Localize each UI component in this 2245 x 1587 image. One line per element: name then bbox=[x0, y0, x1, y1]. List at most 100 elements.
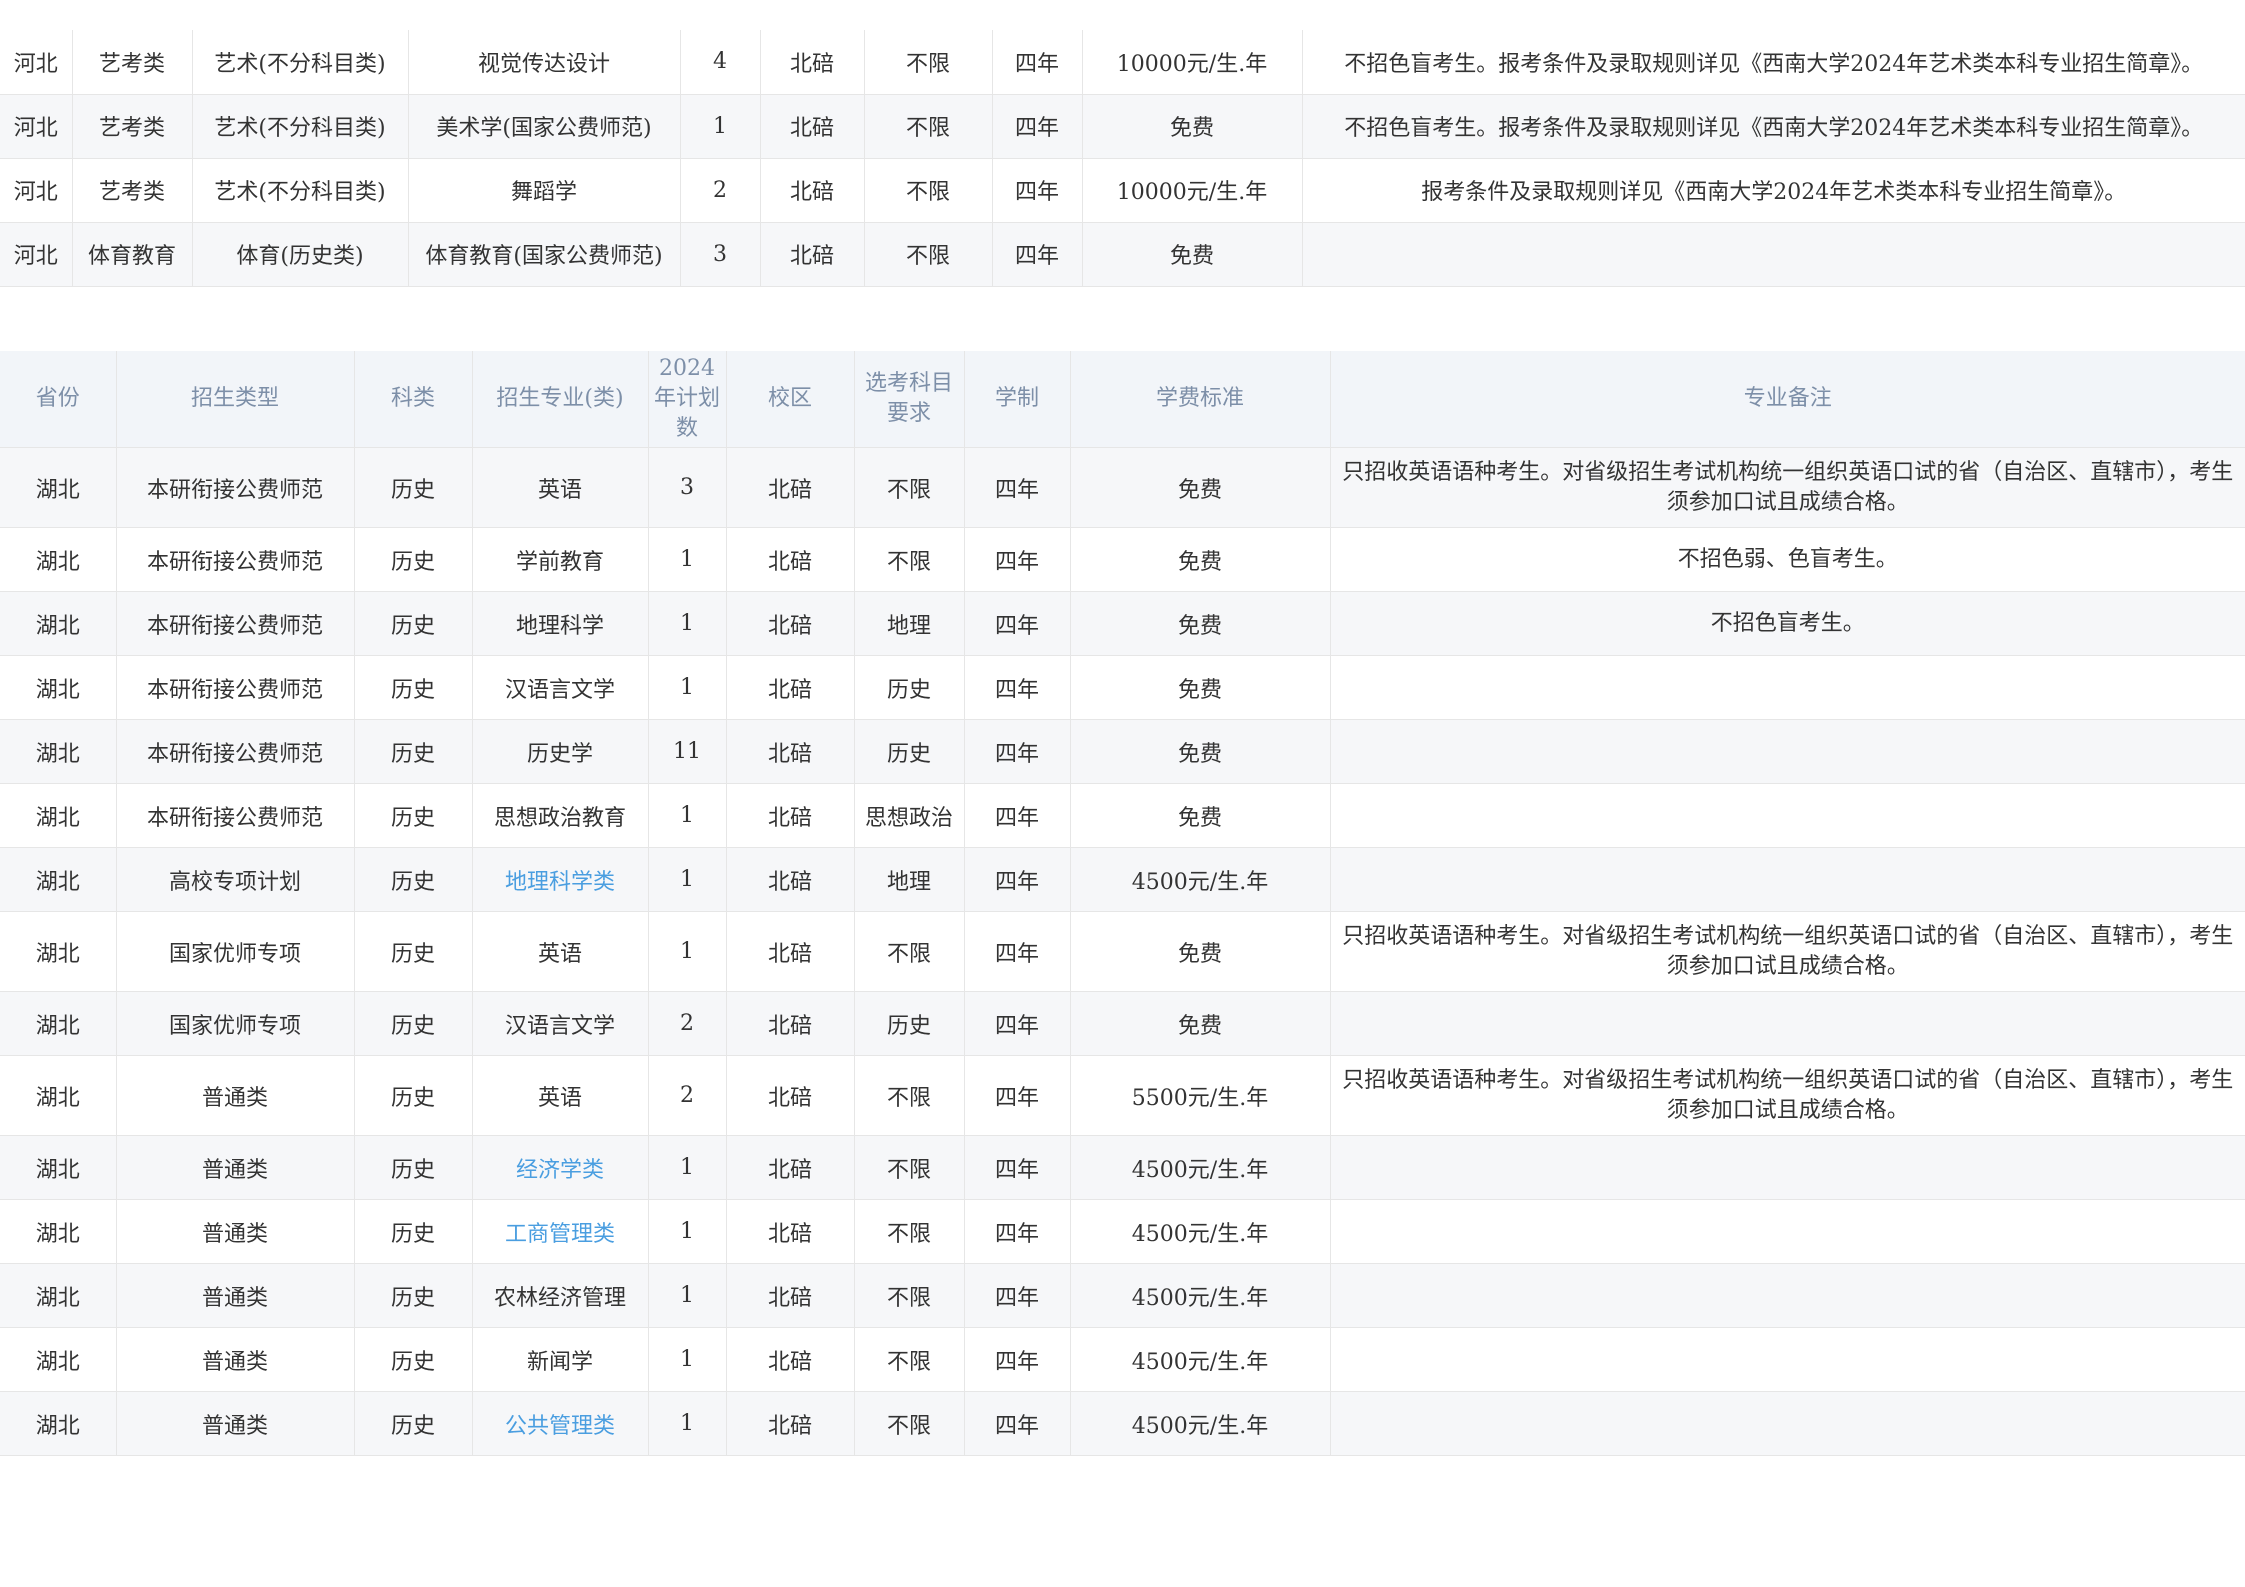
elective-cell: 不限 bbox=[854, 1135, 965, 1200]
major-link[interactable]: 经济学类 bbox=[516, 1158, 604, 1183]
elective-cell: 历史 bbox=[854, 655, 965, 720]
duration-cell: 四年 bbox=[964, 719, 1071, 784]
major-cell: 地理科学类 bbox=[472, 847, 649, 912]
fee-cell: 免费 bbox=[1070, 719, 1331, 784]
type-cell: 国家优师专项 bbox=[116, 911, 355, 992]
plan-cell: 11 bbox=[648, 719, 727, 784]
fee-cell: 10000元/生.年 bbox=[1082, 30, 1303, 95]
type-cell: 高校专项计划 bbox=[116, 847, 355, 912]
major-cell: 舞蹈学 bbox=[408, 158, 681, 223]
table-row: 河北 艺考类 艺术(不分科目类) 美术学(国家公费师范) 1 北碚 不限 四年 … bbox=[0, 94, 2245, 159]
duration-cell: 四年 bbox=[964, 911, 1071, 992]
note-cell: 不招色盲考生。报考条件及录取规则详见《西南大学2024年艺术类本科专业招生简章》… bbox=[1302, 94, 2245, 159]
type-cell: 普通类 bbox=[116, 1055, 355, 1136]
province-cell: 湖北 bbox=[0, 783, 117, 848]
elective-cell: 不限 bbox=[854, 527, 965, 592]
major-cell: 视觉传达设计 bbox=[408, 30, 681, 95]
subject-cell: 历史 bbox=[354, 1199, 473, 1264]
campus-cell: 北碚 bbox=[726, 591, 855, 656]
table-row: 湖北 国家优师专项 历史 汉语言文学 2 北碚 历史 四年 免费 bbox=[0, 991, 2245, 1056]
plan-cell: 2 bbox=[648, 1055, 727, 1136]
campus-cell: 北碚 bbox=[760, 222, 865, 287]
major-cell: 工商管理类 bbox=[472, 1199, 649, 1264]
campus-cell: 北碚 bbox=[726, 991, 855, 1056]
major-cell: 农林经济管理 bbox=[472, 1263, 649, 1328]
note-cell bbox=[1330, 847, 2245, 912]
header-major: 招生专业(类) bbox=[472, 351, 649, 448]
subject-cell: 历史 bbox=[354, 911, 473, 992]
subject-cell: 历史 bbox=[354, 1055, 473, 1136]
major-link[interactable]: 地理科学类 bbox=[505, 870, 615, 895]
duration-cell: 四年 bbox=[964, 991, 1071, 1056]
note-cell: 报考条件及录取规则详见《西南大学2024年艺术类本科专业招生简章》。 bbox=[1302, 158, 2245, 223]
fee-cell: 4500元/生.年 bbox=[1070, 1263, 1331, 1328]
elective-cell: 不限 bbox=[854, 911, 965, 992]
campus-cell: 北碚 bbox=[726, 1263, 855, 1328]
subject-cell: 历史 bbox=[354, 655, 473, 720]
table-row: 湖北 普通类 历史 公共管理类 1 北碚 不限 四年 4500元/生.年 bbox=[0, 1391, 2245, 1456]
type-cell: 本研衔接公费师范 bbox=[116, 783, 355, 848]
duration-cell: 四年 bbox=[964, 1135, 1071, 1200]
header-province: 省份 bbox=[0, 351, 117, 448]
table-row: 湖北 本研衔接公费师范 历史 地理科学 1 北碚 地理 四年 免费 不招色盲考生… bbox=[0, 591, 2245, 656]
table-row: 湖北 普通类 历史 英语 2 北碚 不限 四年 5500元/生.年 只招收英语语… bbox=[0, 1055, 2245, 1136]
elective-cell: 历史 bbox=[854, 991, 965, 1056]
major-link[interactable]: 公共管理类 bbox=[505, 1414, 615, 1439]
fee-cell: 免费 bbox=[1070, 591, 1331, 656]
campus-cell: 北碚 bbox=[726, 911, 855, 992]
elective-cell: 不限 bbox=[854, 1327, 965, 1392]
major-cell: 思想政治教育 bbox=[472, 783, 649, 848]
major-cell: 美术学(国家公费师范) bbox=[408, 94, 681, 159]
elective-cell: 不限 bbox=[864, 158, 993, 223]
fee-cell: 4500元/生.年 bbox=[1070, 1327, 1331, 1392]
fee-cell: 免费 bbox=[1070, 783, 1331, 848]
header-subject: 科类 bbox=[354, 351, 473, 448]
province-cell: 湖北 bbox=[0, 1263, 117, 1328]
plan-cell: 1 bbox=[648, 1327, 727, 1392]
plan-cell: 4 bbox=[680, 30, 761, 95]
note-cell: 不招色盲考生。 bbox=[1330, 591, 2245, 656]
plan-cell: 1 bbox=[648, 1135, 727, 1200]
major-link[interactable]: 工商管理类 bbox=[505, 1222, 615, 1247]
subject-cell: 艺术(不分科目类) bbox=[192, 158, 409, 223]
elective-cell: 不限 bbox=[854, 1391, 965, 1456]
major-cell: 体育教育(国家公费师范) bbox=[408, 222, 681, 287]
table-row: 湖北 普通类 历史 经济学类 1 北碚 不限 四年 4500元/生.年 bbox=[0, 1135, 2245, 1200]
header-plan: 2024年计划数 bbox=[648, 351, 727, 448]
type-cell: 本研衔接公费师范 bbox=[116, 527, 355, 592]
elective-cell: 不限 bbox=[854, 447, 965, 528]
province-cell: 河北 bbox=[0, 94, 73, 159]
header-duration: 学制 bbox=[964, 351, 1071, 448]
campus-cell: 北碚 bbox=[726, 655, 855, 720]
duration-cell: 四年 bbox=[964, 1199, 1071, 1264]
header-fee: 学费标准 bbox=[1070, 351, 1331, 448]
table-row: 河北 体育教育 体育(历史类) 体育教育(国家公费师范) 3 北碚 不限 四年 … bbox=[0, 222, 2245, 287]
plan-cell: 1 bbox=[648, 591, 727, 656]
campus-cell: 北碚 bbox=[726, 1327, 855, 1392]
major-cell: 汉语言文学 bbox=[472, 991, 649, 1056]
campus-cell: 北碚 bbox=[726, 1135, 855, 1200]
table-row: 湖北 本研衔接公费师范 历史 历史学 11 北碚 历史 四年 免费 bbox=[0, 719, 2245, 784]
type-cell: 普通类 bbox=[116, 1263, 355, 1328]
type-cell: 艺考类 bbox=[72, 30, 193, 95]
province-cell: 湖北 bbox=[0, 719, 117, 784]
duration-cell: 四年 bbox=[992, 158, 1083, 223]
type-cell: 普通类 bbox=[116, 1199, 355, 1264]
hebei-admission-table: 河北 艺考类 艺术(不分科目类) 视觉传达设计 4 北碚 不限 四年 10000… bbox=[0, 30, 2245, 287]
elective-cell: 历史 bbox=[854, 719, 965, 784]
duration-cell: 四年 bbox=[992, 30, 1083, 95]
duration-cell: 四年 bbox=[964, 591, 1071, 656]
table-row: 湖北 高校专项计划 历史 地理科学类 1 北碚 地理 四年 4500元/生.年 bbox=[0, 847, 2245, 912]
major-cell: 新闻学 bbox=[472, 1327, 649, 1392]
province-cell: 湖北 bbox=[0, 1135, 117, 1200]
fee-cell: 4500元/生.年 bbox=[1070, 847, 1331, 912]
major-cell: 历史学 bbox=[472, 719, 649, 784]
note-cell: 不招色盲考生。报考条件及录取规则详见《西南大学2024年艺术类本科专业招生简章》… bbox=[1302, 30, 2245, 95]
table-row: 河北 艺考类 艺术(不分科目类) 视觉传达设计 4 北碚 不限 四年 10000… bbox=[0, 30, 2245, 95]
province-cell: 河北 bbox=[0, 222, 73, 287]
elective-cell: 不限 bbox=[864, 30, 993, 95]
elective-cell: 不限 bbox=[854, 1199, 965, 1264]
plan-cell: 1 bbox=[648, 1263, 727, 1328]
type-cell: 国家优师专项 bbox=[116, 991, 355, 1056]
type-cell: 本研衔接公费师范 bbox=[116, 655, 355, 720]
